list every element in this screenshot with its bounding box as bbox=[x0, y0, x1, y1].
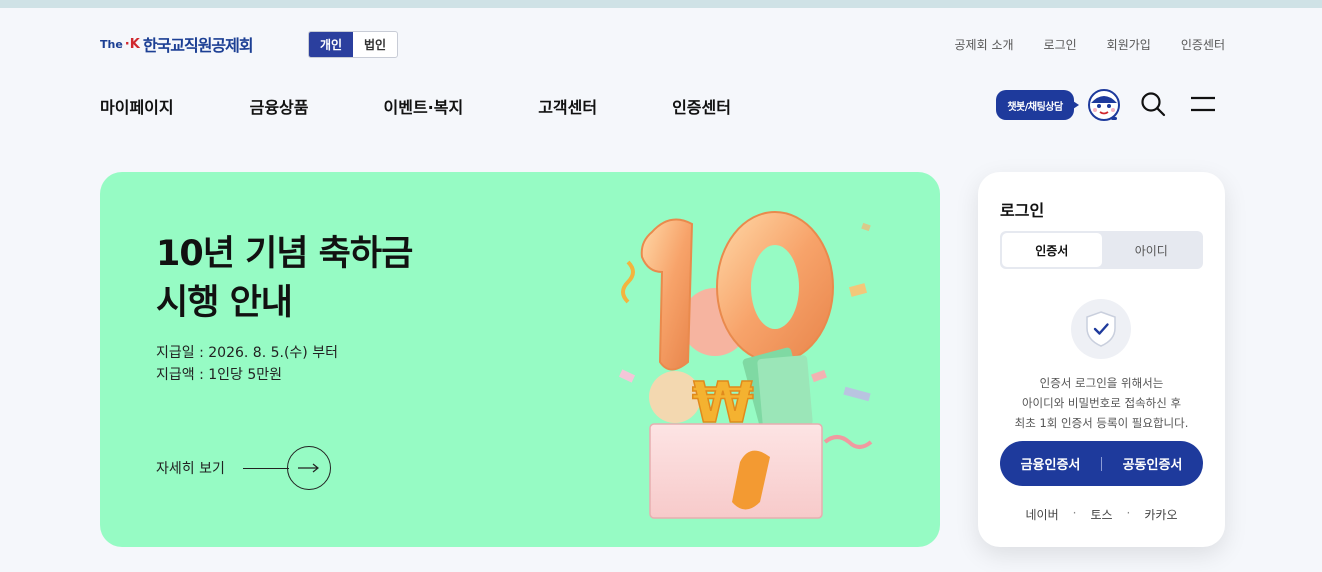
social-login-toss[interactable]: 토스 bbox=[1090, 506, 1112, 523]
search-icon[interactable] bbox=[1140, 91, 1166, 117]
login-desc-line1: 인증서 로그인을 위해서는 bbox=[1039, 376, 1164, 390]
banner-info-date: 지급일 : 2026. 8. 5.(수) 부터 bbox=[156, 345, 338, 361]
util-link-about[interactable]: 공제회 소개 bbox=[955, 36, 1014, 53]
separator-dot: · bbox=[1126, 506, 1131, 520]
shield-check-icon bbox=[1071, 299, 1131, 359]
logo-the: The bbox=[100, 37, 123, 51]
logo-k: ·K bbox=[124, 36, 140, 52]
utility-links: 공제회 소개 로그인 회원가입 인증센터 bbox=[955, 36, 1225, 53]
separator-dot: · bbox=[1072, 506, 1077, 520]
cert-button-group: 금융인증서 공동인증서 bbox=[1000, 441, 1203, 486]
anniversary-illustration: ₩ bbox=[618, 211, 873, 519]
social-login-kakao[interactable]: 카카오 bbox=[1144, 506, 1177, 523]
financial-cert-button[interactable]: 금융인증서 bbox=[1000, 454, 1101, 473]
joint-cert-button[interactable]: 공동인증서 bbox=[1102, 454, 1203, 473]
banner-title-line2: 시행 안내 bbox=[156, 283, 293, 323]
banner-more-link[interactable]: 자세히 보기 bbox=[156, 446, 331, 490]
login-desc-line3: 최초 1회 인증서 등록이 필요합니다. bbox=[1014, 416, 1189, 430]
top-strip bbox=[0, 0, 1322, 8]
nav-item-events[interactable]: 이벤트·복지 bbox=[384, 94, 464, 118]
site-logo[interactable]: The ·K 한국교직원공제회 bbox=[100, 33, 254, 55]
hero-banner[interactable]: 10년 기념 축하금 시행 안내 지급일 : 2026. 8. 5.(수) 부터… bbox=[100, 172, 940, 547]
login-title: 로그인 bbox=[1000, 201, 1045, 220]
util-link-signup[interactable]: 회원가입 bbox=[1107, 36, 1151, 53]
login-desc-line2: 아이디와 비밀번호로 접속하신 후 bbox=[1021, 396, 1182, 410]
logo-name: 한국교직원공제회 bbox=[142, 36, 254, 55]
social-login-links: 네이버 · 토스 · 카카오 bbox=[978, 506, 1225, 523]
nav-item-support[interactable]: 고객센터 bbox=[538, 94, 597, 118]
util-link-cert-center[interactable]: 인증센터 bbox=[1181, 36, 1225, 53]
banner-title-line1: 10년 기념 축하금 bbox=[156, 234, 413, 274]
login-method-tabs: 인증서 아이디 bbox=[1000, 231, 1203, 269]
hamburger-menu-icon[interactable] bbox=[1189, 94, 1217, 114]
toggle-corporate[interactable]: 법인 bbox=[353, 32, 397, 57]
chatbot-button[interactable]: 챗봇/채팅상담 bbox=[996, 90, 1079, 120]
nav-item-products[interactable]: 금융상품 bbox=[250, 94, 309, 118]
util-link-login[interactable]: 로그인 bbox=[1044, 36, 1077, 53]
arrow-right-icon bbox=[286, 446, 331, 490]
nav-item-mypage[interactable]: 마이페이지 bbox=[100, 94, 174, 118]
tab-id[interactable]: 아이디 bbox=[1102, 233, 1202, 267]
member-type-toggle: 개인 법인 bbox=[308, 31, 398, 58]
nav-item-cert[interactable]: 인증센터 bbox=[672, 94, 731, 118]
toggle-personal[interactable]: 개인 bbox=[309, 32, 353, 57]
arrow-line bbox=[242, 467, 289, 469]
main-nav: 마이페이지 금융상품 이벤트·복지 고객센터 인증센터 bbox=[100, 94, 731, 118]
login-description: 인증서 로그인을 위해서는 아이디와 비밀번호로 접속하신 후 최초 1회 인증… bbox=[978, 373, 1225, 433]
banner-info-amount: 지급액 : 1인당 5만원 bbox=[156, 367, 283, 383]
login-card: 로그인 인증서 아이디 인증서 로그인을 위해서는 아이디와 비밀번호로 접속하… bbox=[978, 172, 1225, 547]
banner-more-label: 자세히 보기 bbox=[156, 461, 225, 477]
chatbot-mascot-icon[interactable] bbox=[1085, 87, 1123, 123]
banner-info: 지급일 : 2026. 8. 5.(수) 부터 지급액 : 1인당 5만원 bbox=[156, 342, 338, 386]
tab-certificate[interactable]: 인증서 bbox=[1002, 233, 1102, 267]
banner-title: 10년 기념 축하금 시행 안내 bbox=[156, 230, 413, 328]
social-login-naver[interactable]: 네이버 bbox=[1026, 506, 1059, 523]
